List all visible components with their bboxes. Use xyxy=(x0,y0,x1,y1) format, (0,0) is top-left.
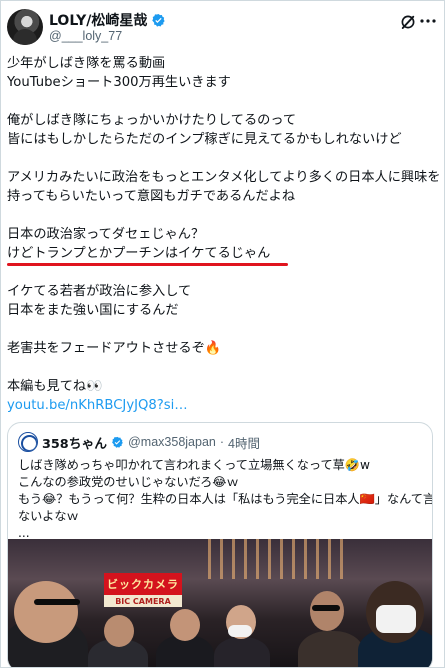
grok-icon[interactable] xyxy=(399,13,417,31)
quoted-handle[interactable]: @max358japan xyxy=(128,435,216,449)
quoted-display-name[interactable]: 358ちゃん xyxy=(42,433,107,452)
face-mask xyxy=(228,625,252,637)
verified-badge-icon xyxy=(112,436,123,448)
crowd-head xyxy=(170,609,200,641)
highlighted-text: けどトランプとかプーチンはイケてるじゃん xyxy=(7,246,271,261)
underlined-text: けどトランプとかプーチンはイケてるじゃん xyxy=(7,244,288,266)
tweet-line: 本編も見てね👀 xyxy=(7,379,103,394)
youtube-link[interactable]: youtu.be/nKhRBCJyJQ8?si… xyxy=(7,396,437,415)
sunglasses xyxy=(312,605,340,611)
author-handle[interactable]: @___loly_77 xyxy=(49,29,122,43)
author-name-row[interactable]: LOLY/松崎星哉 xyxy=(49,11,166,29)
tweet-card: LOLY/松崎星哉 @___loly_77 少年がしばき隊を罵る動画 YouTu… xyxy=(0,0,445,668)
avatar[interactable] xyxy=(7,9,43,45)
tweet-line: 老害共をフェードアウトさせるぞ🔥 xyxy=(7,341,222,356)
quoted-timestamp[interactable]: 4時間 xyxy=(228,433,260,452)
tweet-line: イケてる若者が政治に参入して xyxy=(7,284,192,299)
quoted-line: もう😂？もうって何？生粋の日本人は「私はもう完全に日本人🇨🇳」なんて言わ xyxy=(18,492,433,506)
highlighted-line: けどトランプとかプーチンはイケてるじゃん xyxy=(7,244,437,266)
street-lights xyxy=(208,539,348,579)
crowd-head xyxy=(310,591,344,631)
verified-badge-icon xyxy=(152,13,165,27)
store-sign: ビックカメラ xyxy=(104,573,182,595)
separator-dot: · xyxy=(219,435,225,449)
tweet-header: LOLY/松崎星哉 @___loly_77 xyxy=(7,9,439,49)
crowd-person xyxy=(298,631,364,667)
quoted-line: ないよなｗ xyxy=(18,509,79,523)
store-sign-sub: BIC CAMERA xyxy=(104,595,182,607)
tweet-line: 持ってもらいたいって意図もガチであるんだよね xyxy=(7,189,296,204)
tweet-line: 少年がしばき隊を罵る動画 xyxy=(7,56,166,71)
quoted-tweet-header: 358ちゃん @max358japan · 4時間 xyxy=(18,432,260,452)
crowd-person xyxy=(214,637,270,667)
tweet-line: 俺がしばき隊にちょっかいかけたりしてるのって xyxy=(7,113,297,128)
more-dots-icon xyxy=(420,19,436,23)
quoted-line: こんなの参政党のせいじゃないだろ😂ｗ xyxy=(18,475,239,489)
tweet-line: アメリカみたいに政治をもっとエンタメ化してより多くの日本人に興味を xyxy=(7,170,441,185)
tweet-line: 日本をまた強い国にするんだ xyxy=(7,303,179,318)
tweet-text: 少年がしばき隊を罵る動画 YouTubeショート300万再生いきます 俺がしばき… xyxy=(7,54,441,415)
crowd-head xyxy=(104,615,134,647)
more-icon[interactable] xyxy=(419,12,437,30)
red-underline-annotation xyxy=(7,263,288,266)
face-mask xyxy=(376,605,416,633)
tweet-line: 日本の政治家ってダセェじゃん？ xyxy=(7,227,205,242)
tweet-line: YouTubeショート300万再生いきます xyxy=(7,75,231,90)
sunglasses xyxy=(34,599,80,605)
tweet-line: 皆にはもしかしたらただのインプ稼ぎに見えてるかもしれないけど xyxy=(7,132,402,147)
quoted-tweet[interactable]: 358ちゃん @max358japan · 4時間 しばき隊めっちゃ叩かれて言わ… xyxy=(7,422,433,667)
quoted-line: しばき隊めっちゃ叩かれて言われまくって立場無くなって草🤣w xyxy=(18,458,371,472)
display-name[interactable]: LOLY/松崎星哉 xyxy=(49,10,147,30)
quoted-video-thumbnail[interactable]: ビックカメラ BIC CAMERA xyxy=(8,539,432,667)
quoted-avatar[interactable] xyxy=(18,432,38,452)
quoted-tweet-text: しばき隊めっちゃ叩かれて言われまくって立場無くなって草🤣w こんなの参政党のせい… xyxy=(18,457,433,542)
person-left-head xyxy=(14,581,78,643)
